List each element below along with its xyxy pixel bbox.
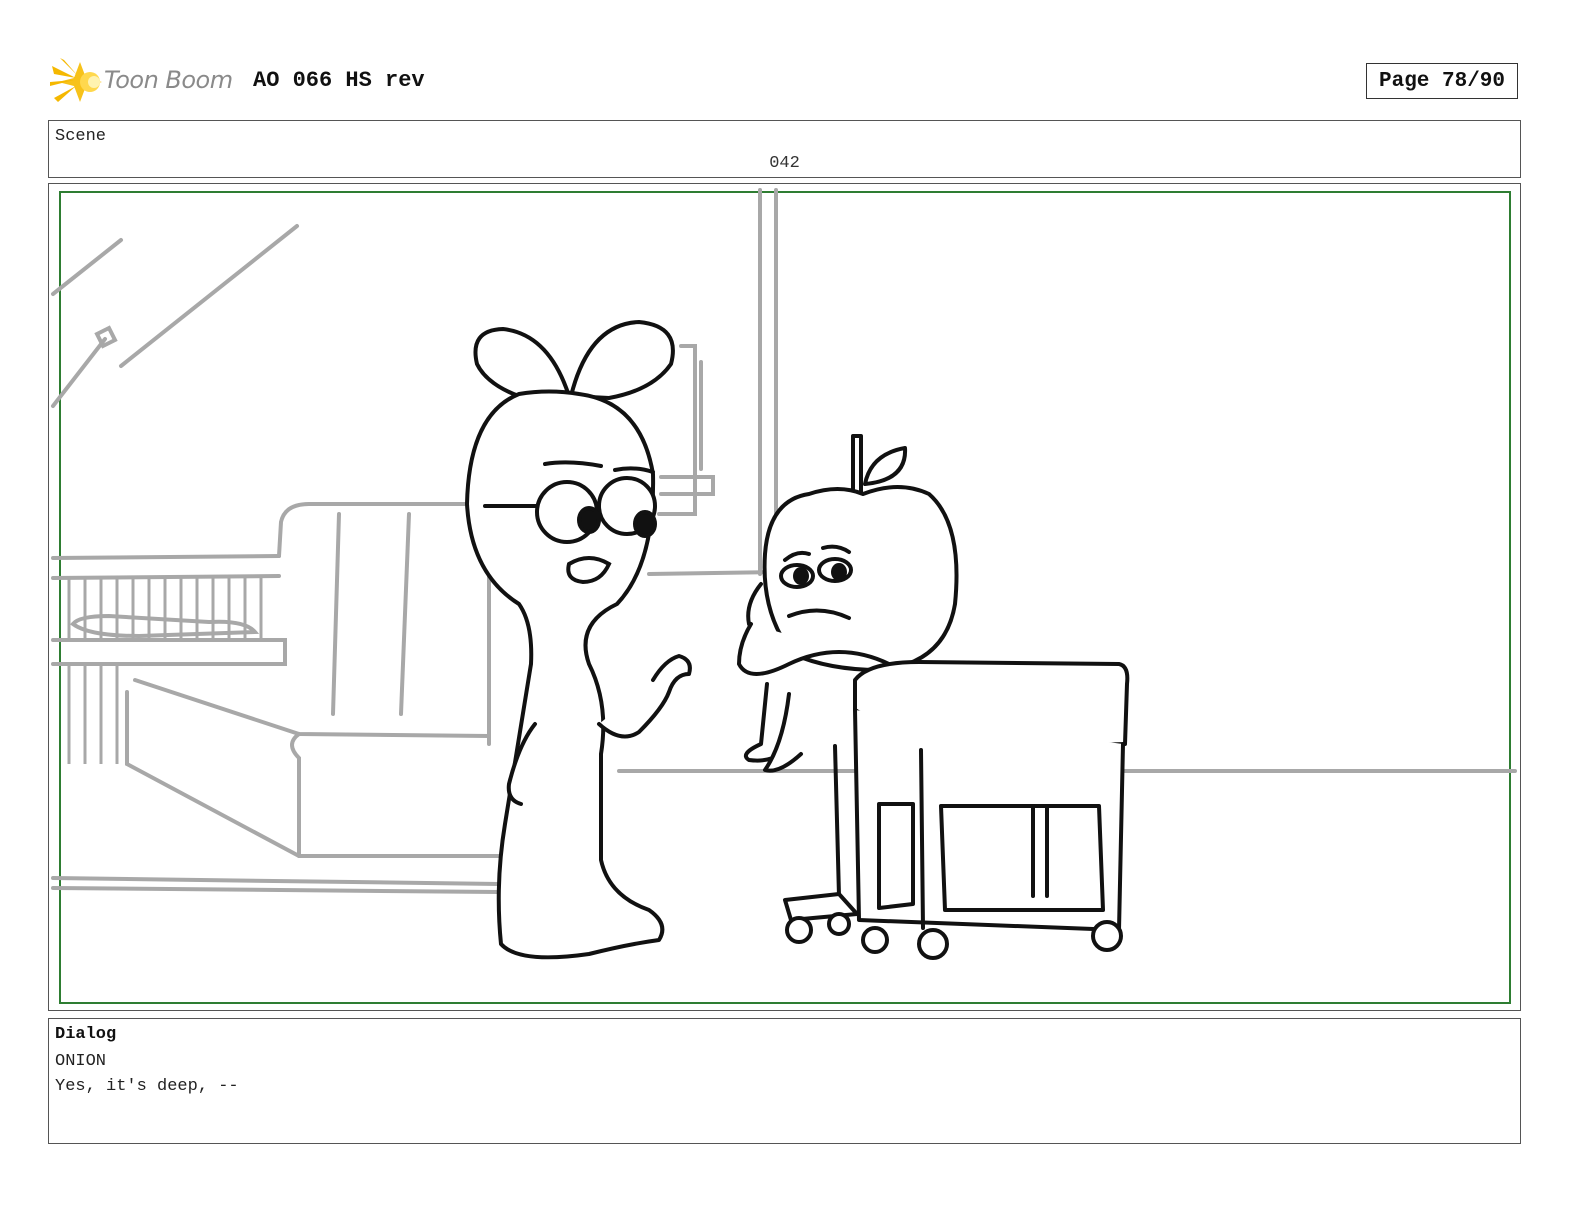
scene-number: 042 — [769, 154, 800, 173]
toon-boom-logo-icon — [50, 58, 102, 102]
booth-slats — [67, 578, 263, 764]
panel-drawing — [51, 188, 1517, 1004]
cart — [783, 660, 1130, 960]
brand-name: Toon Boom — [104, 66, 233, 94]
dialog-header: Dialog — [55, 1025, 117, 1044]
scene-label: Scene — [55, 127, 107, 146]
dialog-speaker: ONION — [55, 1052, 107, 1071]
page-indicator: Page 78/90 — [1366, 63, 1518, 99]
document-title: AO 066 HS rev — [253, 68, 425, 93]
storyboard-panel — [48, 183, 1521, 1011]
scene-box: Scene 042 — [48, 120, 1521, 178]
dialog-line: Yes, it's deep, -- — [55, 1077, 239, 1096]
dialog-box: Dialog ONION Yes, it's deep, -- — [48, 1018, 1521, 1144]
rabbit-character — [465, 320, 692, 960]
